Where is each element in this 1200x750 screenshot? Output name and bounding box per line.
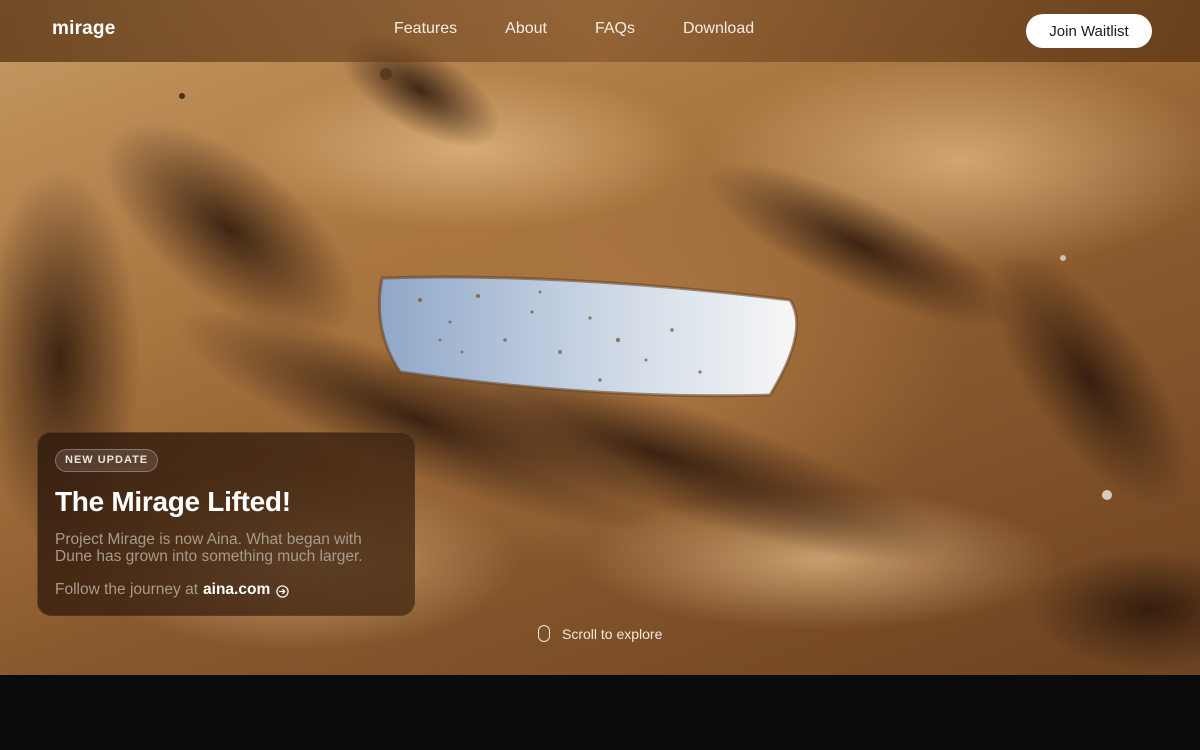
follow-prefix: Follow the journey at	[55, 581, 199, 598]
card-follow-line: Follow the journey at aina.com	[55, 581, 397, 599]
landing-page: mirage Features About FAQs Download Join…	[0, 0, 1200, 750]
nav-link-download[interactable]: Download	[683, 20, 754, 38]
nav-link-faqs[interactable]: FAQs	[595, 20, 635, 38]
scroll-hint[interactable]: Scroll to explore	[538, 625, 662, 642]
new-update-badge: NEW UPDATE	[55, 449, 159, 472]
logo[interactable]: mirage	[52, 18, 116, 40]
dark-section	[0, 675, 1200, 750]
site-header: mirage Features About FAQs Download Join…	[0, 0, 1200, 62]
mouse-icon	[538, 625, 550, 642]
nav-link-features[interactable]: Features	[394, 20, 457, 38]
arrow-right-circle-icon[interactable]	[276, 584, 289, 598]
main-nav: Features About FAQs Download	[394, 20, 802, 38]
card-description: Project Mirage is now Aina. What began w…	[55, 531, 363, 565]
card-title: The Mirage Lifted!	[55, 486, 291, 517]
nav-link-about[interactable]: About	[505, 20, 547, 38]
scroll-label: Scroll to explore	[562, 625, 663, 642]
update-card: NEW UPDATE The Mirage Lifted! Project Mi…	[37, 432, 415, 616]
join-waitlist-button[interactable]: Join Waitlist	[1026, 14, 1152, 48]
aina-link[interactable]: aina.com	[203, 581, 270, 599]
